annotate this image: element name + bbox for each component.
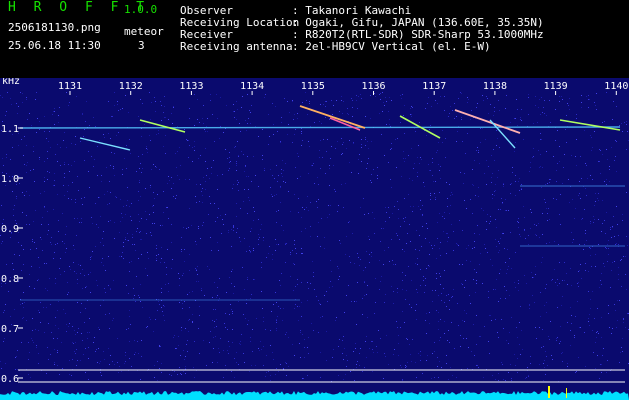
field-value-antenna: : 2el-HB9CV Vertical (el. E-W) <box>292 40 491 53</box>
spectrogram-background <box>0 78 629 400</box>
y-tick-label: 0.9 <box>1 224 19 235</box>
meteor-count: 3 <box>138 39 145 52</box>
x-tick-label: 1131 <box>58 81 82 92</box>
y-tick-label: 0.8 <box>1 274 19 285</box>
x-tick-label: 1139 <box>544 81 568 92</box>
y-tick-label: 1.0 <box>1 174 19 185</box>
x-tick-label: 1135 <box>301 81 325 92</box>
y-tick-label: 0.7 <box>1 324 19 335</box>
x-tick-label: 1132 <box>119 81 143 92</box>
x-tick-label: 1138 <box>483 81 507 92</box>
x-tick-label: 1134 <box>240 81 264 92</box>
y-tick-label: 0.6 <box>1 374 19 385</box>
time-marker <box>548 386 550 398</box>
y-axis-unit: kHz <box>2 78 20 87</box>
meteor-label: meteor <box>124 25 164 38</box>
x-tick-label: 1136 <box>362 81 386 92</box>
field-label-antenna: Receiving antenna <box>180 40 293 53</box>
image-filename: 2506181130.png <box>8 21 101 34</box>
x-tick-label: 1140 <box>604 81 628 92</box>
app-version: 1.0.0 <box>124 3 158 16</box>
spectrogram-panel: kHz 1.1 1.0 0.9 0.8 0.7 0.6 1131 1132 1133 1134 1… <box>0 78 629 400</box>
spectrogram: kHz 1.1 1.0 0.9 0.8 0.7 0.6 1131 1132 1133 1134 1… <box>0 78 629 400</box>
x-tick-label: 1133 <box>179 81 203 92</box>
y-tick-label: 1.1 <box>1 124 19 135</box>
time-marker <box>566 388 567 398</box>
capture-datetime: 25.06.18 11:30 <box>8 39 101 52</box>
x-tick-label: 1137 <box>422 81 446 92</box>
header-panel: H R O F F T 1.0.0 2506181130.png meteor … <box>0 0 629 78</box>
carrier-line <box>19 126 621 129</box>
